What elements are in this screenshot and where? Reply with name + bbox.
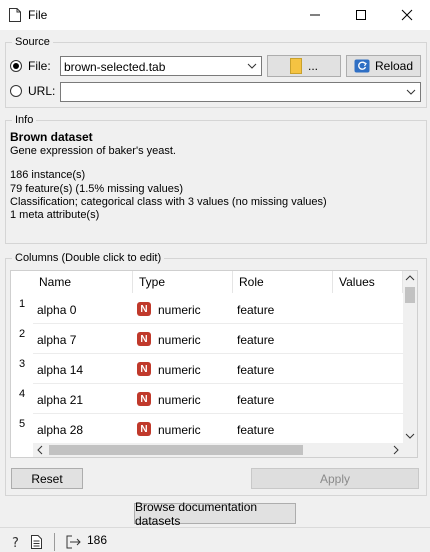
- horizontal-scroll-thumb[interactable]: [49, 445, 303, 455]
- row-type[interactable]: numeric: [158, 333, 201, 347]
- numeric-type-icon: N: [137, 332, 151, 346]
- file-radio[interactable]: [10, 60, 22, 72]
- row-name[interactable]: alpha 21: [37, 393, 83, 407]
- columns-group-label: Columns (Double click to edit): [12, 252, 165, 264]
- row-divider: [33, 413, 403, 414]
- column-header-role[interactable]: Role: [233, 271, 333, 293]
- browse-button[interactable]: ...: [267, 55, 341, 77]
- output-count: 186: [87, 533, 108, 547]
- scroll-down-icon[interactable]: [403, 429, 417, 443]
- file-combo[interactable]: brown-selected.tab: [60, 56, 262, 76]
- numeric-type-icon: N: [137, 422, 151, 436]
- row-number: 3: [18, 358, 26, 370]
- row-role[interactable]: feature: [237, 303, 274, 317]
- row-role[interactable]: feature: [237, 423, 274, 437]
- vertical-scroll-thumb[interactable]: [405, 287, 415, 303]
- maximize-icon: [356, 10, 366, 20]
- title-bar: File: [0, 0, 430, 30]
- chevron-down-icon: [247, 63, 257, 69]
- status-separator: [54, 533, 55, 551]
- chevron-down-icon: [406, 89, 416, 95]
- row-divider: [33, 323, 403, 324]
- row-role[interactable]: feature: [237, 393, 274, 407]
- row-number: 2: [18, 328, 26, 340]
- column-header-name[interactable]: Name: [33, 271, 133, 293]
- column-header-values[interactable]: Values: [333, 271, 403, 293]
- dataset-description: Gene expression of baker's yeast.: [10, 145, 176, 157]
- row-name[interactable]: alpha 28: [37, 423, 83, 437]
- url-radio[interactable]: [10, 85, 22, 97]
- minimize-button[interactable]: [292, 0, 338, 30]
- scroll-up-icon[interactable]: [403, 271, 417, 285]
- row-role[interactable]: feature: [237, 363, 274, 377]
- scroll-right-icon[interactable]: [389, 443, 403, 457]
- url-label: URL:: [28, 84, 56, 98]
- column-header-type[interactable]: Type: [133, 271, 233, 293]
- reload-button-label: Reload: [374, 59, 414, 73]
- file-combo-value: brown-selected.tab: [64, 60, 166, 74]
- row-divider: [33, 383, 403, 384]
- row-number: 4: [18, 388, 26, 400]
- maximize-button[interactable]: [338, 0, 384, 30]
- reload-button[interactable]: Reload: [346, 55, 421, 77]
- minimize-icon: [310, 14, 320, 16]
- info-instances: 186 instance(s): [10, 169, 86, 181]
- row-type[interactable]: numeric: [158, 393, 201, 407]
- output-icon: [66, 535, 81, 549]
- reset-button[interactable]: Reset: [11, 468, 83, 489]
- browse-button-label: ...: [307, 59, 318, 73]
- columns-table[interactable]: Name Type Role Values 1 alpha 0 N numeri…: [10, 270, 418, 458]
- row-name[interactable]: alpha 14: [37, 363, 83, 377]
- row-number: 1: [18, 298, 26, 310]
- row-type[interactable]: numeric: [158, 303, 201, 317]
- numeric-type-icon: N: [137, 302, 151, 316]
- status-bar-divider: [0, 527, 430, 528]
- reload-icon: [354, 59, 370, 73]
- row-type[interactable]: numeric: [158, 363, 201, 377]
- apply-button[interactable]: Apply: [251, 468, 419, 489]
- source-group-label: Source: [12, 36, 53, 48]
- row-role[interactable]: feature: [237, 333, 274, 347]
- row-divider: [33, 353, 403, 354]
- scroll-left-icon[interactable]: [33, 443, 47, 457]
- row-name[interactable]: alpha 7: [37, 333, 76, 347]
- svg-text:?: ?: [12, 536, 19, 549]
- numeric-type-icon: N: [137, 392, 151, 406]
- numeric-type-icon: N: [137, 362, 151, 376]
- folder-icon: [289, 58, 302, 74]
- row-type[interactable]: numeric: [158, 423, 201, 437]
- browse-documentation-button[interactable]: Browse documentation datasets: [134, 500, 296, 528]
- info-group-label: Info: [12, 114, 37, 126]
- report-icon[interactable]: [31, 535, 42, 549]
- vertical-scrollbar[interactable]: [403, 271, 417, 443]
- close-button[interactable]: [384, 0, 430, 30]
- file-icon: [9, 8, 21, 22]
- file-label: File:: [28, 59, 51, 73]
- row-number: 5: [18, 418, 26, 430]
- help-icon[interactable]: ?: [10, 535, 22, 549]
- horizontal-scrollbar[interactable]: [33, 443, 403, 457]
- window-title: File: [28, 8, 48, 22]
- info-classification: Classification; categorical class with 3…: [10, 196, 327, 208]
- scroll-corner: [403, 443, 417, 457]
- row-name[interactable]: alpha 0: [37, 303, 76, 317]
- close-icon: [401, 9, 413, 21]
- dataset-name: Brown dataset: [10, 130, 93, 144]
- info-features: 79 feature(s) (1.5% missing values): [10, 183, 184, 195]
- info-meta: 1 meta attribute(s): [10, 209, 100, 221]
- url-combo[interactable]: [60, 82, 421, 102]
